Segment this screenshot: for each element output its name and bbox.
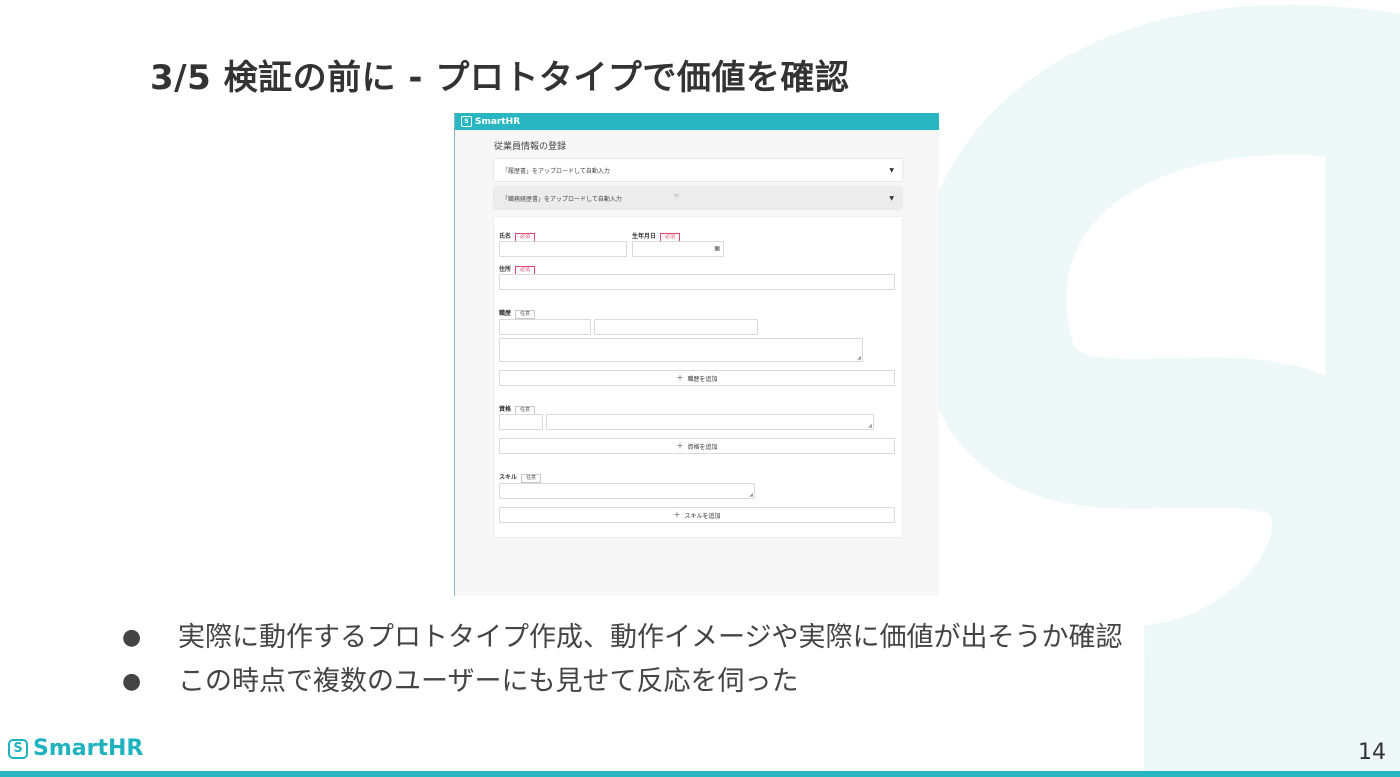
bullet-dot-icon: ●	[122, 669, 142, 694]
bullet-item: ● 実際に動作するプロトタイプ作成、動作イメージや実際に価値が出そうか確認	[122, 618, 1122, 662]
footer-bar	[0, 771, 1400, 777]
skill-textarea[interactable]: ◢	[499, 483, 755, 499]
bullet-dot-icon: ●	[122, 625, 142, 650]
add-qualification-button[interactable]: ＋ 資格を追加	[499, 438, 895, 454]
plus-icon: ＋	[673, 511, 681, 519]
plus-icon: ＋	[676, 374, 684, 382]
qualification-name-input[interactable]: ◢	[546, 414, 874, 430]
resize-handle-icon[interactable]: ◢	[749, 492, 753, 498]
footer-logo: S SmartHR	[8, 736, 143, 761]
qualification-date-input[interactable]	[499, 414, 543, 430]
bullet-list: ● 実際に動作するプロトタイプ作成、動作イメージや実際に価値が出そうか確認 ● …	[122, 618, 1122, 706]
add-skill-button[interactable]: ＋ スキルを追加	[499, 507, 895, 523]
add-history-button[interactable]: ＋ 職歴を追加	[499, 370, 895, 386]
optional-badge: 任意	[521, 474, 542, 483]
caret-down-icon: ▼	[889, 166, 894, 174]
optional-badge: 任意	[515, 310, 536, 319]
app-brand: SmartHR	[475, 116, 521, 127]
page-number: 14	[1358, 740, 1386, 765]
prototype-screenshot: S SmartHR 従業員情報の登録 「履歴書」をアップロードして自動入力 ▼ …	[454, 113, 939, 596]
career-upload-accordion[interactable]: 「職務経歴書」をアップロードして自動入力 ▼	[494, 187, 902, 209]
resize-handle-icon[interactable]: ◢	[868, 423, 872, 429]
address-input[interactable]	[499, 274, 895, 290]
plus-icon: ＋	[676, 442, 684, 450]
employee-form: 氏名 必須 生年月日 必須 ▦ 住所 必須 職歴 任意 ◢ ＋ 職歴を追加 資格…	[494, 217, 902, 537]
accordion-label: 「職務経歴書」をアップロードして自動入力	[502, 195, 622, 203]
bullet-item: ● この時点で複数のユーザーにも見せて反応を伺った	[122, 662, 1122, 706]
form-container: 従業員情報の登録 「履歴書」をアップロードして自動入力 ▼ 「職務経歴書」をアッ…	[494, 135, 902, 537]
smarthr-logo-icon: S	[461, 116, 472, 127]
calendar-icon[interactable]: ▦	[714, 245, 720, 252]
slide-title: 3/5 検証の前に - プロトタイプで価値を確認	[150, 58, 850, 98]
name-input[interactable]	[499, 241, 627, 257]
history-period-input[interactable]	[499, 319, 591, 335]
history-description-textarea[interactable]: ◢	[499, 338, 863, 362]
history-label: 職歴 任意	[499, 308, 536, 319]
birth-date-input[interactable]: ▦	[632, 241, 724, 257]
skill-label: スキル 任意	[499, 472, 542, 483]
caret-down-icon: ▼	[889, 194, 894, 202]
page-heading: 従業員情報の登録	[494, 142, 567, 152]
accordion-label: 「履歴書」をアップロードして自動入力	[502, 167, 610, 175]
app-header: S SmartHR	[455, 113, 939, 130]
hand-cursor-icon: ☜	[673, 192, 680, 200]
resume-upload-accordion[interactable]: 「履歴書」をアップロードして自動入力 ▼	[494, 159, 902, 181]
smarthr-logo-icon: S	[8, 738, 28, 759]
history-company-input[interactable]	[594, 319, 758, 335]
resize-handle-icon[interactable]: ◢	[857, 355, 861, 361]
